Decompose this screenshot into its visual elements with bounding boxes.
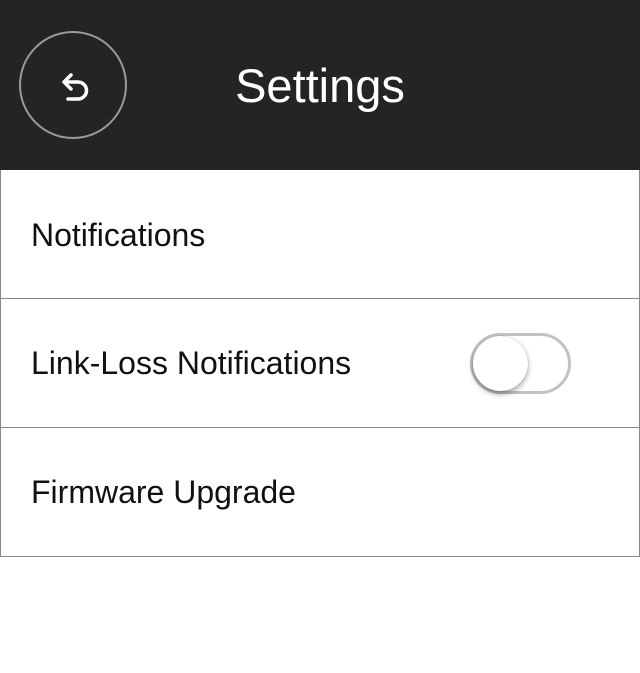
settings-item-label: Link-Loss Notifications [31,345,352,381]
settings-item-notifications[interactable]: Notifications [0,170,640,299]
settings-item-label: Firmware Upgrade [31,474,296,510]
settings-item-label: Notifications [31,217,206,253]
page-title: Settings [235,59,405,112]
settings-item-firmware-upgrade[interactable]: Firmware Upgrade [0,428,640,557]
link-loss-toggle[interactable] [470,333,571,394]
header-bar: Settings [0,0,640,170]
toggle-knob [473,336,528,391]
settings-list: Notifications Link-Loss Notifications Fi… [0,170,640,557]
settings-item-link-loss-notifications: Link-Loss Notifications [0,299,640,428]
